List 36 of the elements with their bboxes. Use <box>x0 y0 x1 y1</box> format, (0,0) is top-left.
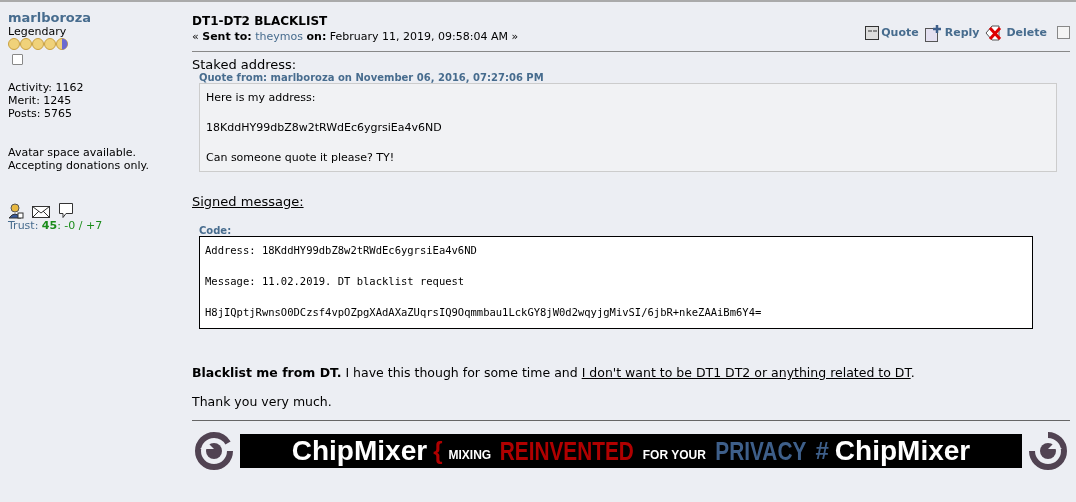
delete-button[interactable]: Delete <box>985 23 1047 42</box>
rank-coins-icon <box>8 38 70 50</box>
refresh-icon <box>1026 431 1070 471</box>
refresh-icon <box>192 431 236 471</box>
code-header: Code: <box>199 225 233 236</box>
code-line: Message: 11.02.2019. DT blacklist request <box>205 274 466 289</box>
quote-icon <box>865 25 880 40</box>
select-checkbox[interactable] <box>1057 26 1070 39</box>
trust-score[interactable]: Trust: 45: -0 / +7 <box>8 219 172 232</box>
poster-name[interactable]: marlboroza <box>8 10 172 25</box>
quote-line: Can someone quote it please? TY! <box>206 150 396 165</box>
quote-line: Here is my address: <box>206 90 317 105</box>
avatar-note: Accepting donations only. <box>8 159 150 172</box>
profile-icon[interactable] <box>8 203 24 219</box>
mail-icon[interactable] <box>32 205 50 219</box>
new-page-icon <box>924 23 943 42</box>
signed-heading: Signed message: <box>192 194 305 209</box>
stat-text: Activity: 1162 <box>8 81 85 94</box>
stat-text: Merit: 1245 <box>8 94 73 107</box>
quote-button[interactable]: Quote <box>865 25 919 40</box>
badge-icon <box>12 54 23 65</box>
chipmixer-banner[interactable]: ChipMixer { MIXING REINVENTED FOR YOUR PRIVACY # ChipMixer <box>240 434 1022 468</box>
message-meta: « Sent to: theymos on: February 11, 2019, 09:58:04 AM » <box>192 30 519 43</box>
code-line: H8jIQptjRwnsO0DCzsf4vpOZpgXAdAXaZUqrsIQ9Oqmmbau1LckGY8jW0d2wqyjgMivSI/6jbR+nkeZAAiBm6Y4= <box>205 305 763 320</box>
rank-label: Legendary <box>8 25 68 38</box>
avatar-note: Avatar space available. <box>8 146 138 159</box>
intro-text: Staked address: <box>192 57 298 72</box>
speech-bubble-icon[interactable] <box>58 202 74 219</box>
quote-line: 18KddHY99dbZ8w2tRWdEc6ygrsiEa4v6ND <box>206 120 443 135</box>
message-paragraph: Blacklist me from DT. I have this though for some time and I don't want to be DT1 DT2 or anything related to DT. <box>192 365 916 380</box>
reply-button[interactable]: Reply <box>924 23 980 42</box>
thanks-text: Thank you very much. <box>192 394 1070 421</box>
code-line: Address: 18KddHY99dbZ8w2tRWdEc6ygrsiEa4v6ND <box>205 243 478 258</box>
quote-header[interactable]: Quote from: marlboroza on November 06, 2016, 07:27:06 PM <box>199 72 1070 83</box>
stat-text: Posts: 5765 <box>8 107 73 120</box>
message-title: DT1-DT2 BLACKLIST <box>192 14 329 28</box>
